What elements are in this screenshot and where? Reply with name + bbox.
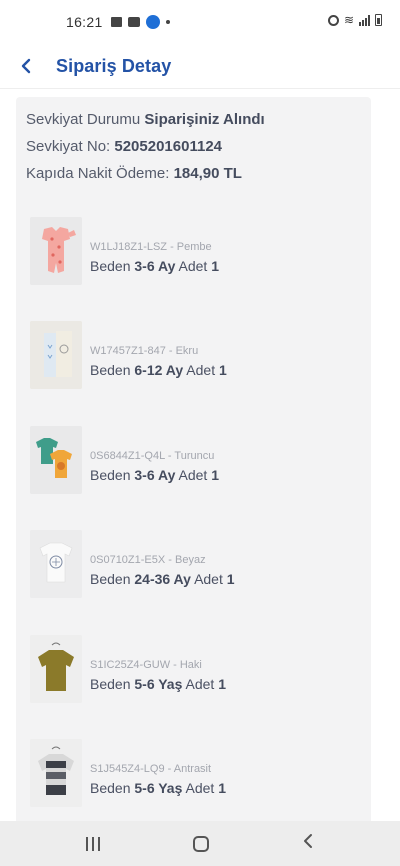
size-value: 3-6 Ay: [134, 258, 176, 274]
gallery-icon: [110, 17, 122, 27]
item-sku: W17457Z1-847 - Ekru: [90, 345, 199, 358]
back-button[interactable]: [16, 56, 36, 76]
product-thumbnail: [30, 634, 82, 703]
alarm-icon: [327, 14, 339, 26]
page-title: Sipariş Detay: [56, 55, 172, 76]
qty-label: Adet: [185, 779, 215, 796]
qty-label: Adet: [185, 675, 215, 692]
item-sku: 0S6844Z1-Q4L - Turuncu: [90, 449, 215, 462]
more-notifications-icon: [165, 20, 170, 24]
shipment-number-label: Sevkiyat No:: [26, 138, 111, 155]
baby-romper-pink-image: [30, 217, 82, 285]
payment-label: Kapıda Nakit Ödeme:: [26, 165, 170, 182]
order-item-list: W1LJ18Z1-LSZ - Pembe Beden 3-6 Ay Adet 1…: [30, 217, 360, 821]
size-value: 5-6 Yaş: [134, 779, 183, 796]
status-bar: 16:21 ≋: [0, 0, 400, 44]
qty-value: 1: [226, 571, 235, 588]
order-item[interactable]: S1J545Z4-LQ9 - Antrasit Beden 5-6 Yaş Ad…: [30, 738, 360, 821]
message-icon: [127, 17, 140, 27]
item-size-qty: Beden 24-36 Ay Adet 1: [90, 571, 235, 587]
size-value: 24-36 Ay: [134, 571, 191, 588]
qty-value: 1: [218, 779, 227, 796]
order-detail-content[interactable]: Sevkiyat Durumu Siparişiniz Alındı Sevki…: [0, 88, 400, 821]
payment-amount: 184,90 TL: [173, 165, 242, 182]
size-label: Beden: [90, 466, 131, 483]
white-tshirt-image: [30, 530, 82, 599]
anthracite-tshirt-image: [30, 738, 82, 807]
order-item[interactable]: 0S0710Z1-E5X - Beyaz Beden 24-36 Ay Adet…: [30, 530, 360, 634]
qty-value: 1: [218, 675, 227, 692]
item-size-qty: Beden 3-6 Ay Adet 1: [90, 258, 219, 274]
item-size-qty: Beden 6-12 Ay Adet 1: [90, 362, 227, 378]
size-label: Beden: [90, 571, 131, 588]
app-header: Sipariş Detay: [0, 44, 400, 88]
item-sku: S1J545Z4-LQ9 - Antrasit: [90, 762, 212, 775]
size-value: 5-6 Yaş: [134, 675, 183, 692]
system-nav-bar: [0, 821, 400, 866]
shipment-summary: Sevkiyat Durumu Siparişiniz Alındı Sevki…: [16, 97, 371, 182]
product-thumbnail: [30, 425, 82, 494]
size-value: 6-12 Ay: [134, 362, 184, 379]
item-sku: 0S0710Z1-E5X - Beyaz: [90, 554, 206, 567]
size-label: Beden: [90, 675, 131, 692]
product-thumbnail: [30, 321, 82, 390]
item-size-qty: Beden 3-6 Ay Adet 1: [90, 467, 219, 483]
home-button[interactable]: [192, 835, 209, 852]
order-item[interactable]: 0S6844Z1-Q4L - Turuncu Beden 3-6 Ay Adet…: [30, 425, 360, 530]
recent-apps-button[interactable]: [86, 836, 101, 851]
item-size-qty: Beden 5-6 Yaş Adet 1: [90, 676, 226, 692]
product-thumbnail: [30, 217, 82, 285]
payment-row: Kapıda Nakit Ödeme: 184,90 TL: [26, 165, 361, 182]
orange-tshirt-set-image: [30, 425, 82, 494]
order-item[interactable]: S1IC25Z4-GUW - Haki Beden 5-6 Yaş Adet 1: [30, 634, 360, 739]
qty-value: 1: [218, 362, 227, 379]
qty-value: 1: [211, 466, 219, 483]
item-sku: W1LJ18Z1-LSZ - Pembe: [90, 241, 212, 253]
shipment-number-value: 5205201601124: [114, 138, 222, 155]
size-label: Beden: [90, 258, 131, 274]
status-time: 16:21: [66, 14, 103, 30]
product-thumbnail: [30, 530, 82, 599]
nav-back-icon: [303, 834, 312, 848]
qty-label: Adet: [186, 362, 216, 379]
size-label: Beden: [90, 362, 131, 379]
nav-back-button[interactable]: [302, 833, 314, 854]
shipment-status-value: Siparişiniz Alındı: [144, 111, 265, 128]
qty-label: Adet: [194, 571, 223, 588]
app-notification-icon: [145, 15, 160, 29]
item-sku: S1IC25Z4-GUW - Haki: [90, 658, 202, 671]
order-item[interactable]: W17457Z1-847 - Ekru Beden 6-12 Ay Adet 1: [30, 321, 360, 425]
size-label: Beden: [90, 779, 131, 796]
chevron-left-icon: [21, 58, 31, 74]
size-value: 3-6 Ay: [134, 466, 176, 483]
status-icons: ≋: [327, 13, 382, 27]
ecru-bodysuit-pack-image: [30, 321, 82, 390]
battery-icon: [375, 14, 382, 26]
signal-icon: [359, 14, 370, 26]
khaki-tshirt-image: [30, 634, 82, 703]
shipment-status-label: Sevkiyat Durumu: [26, 111, 141, 128]
item-size-qty: Beden 5-6 Yaş Adet 1: [90, 780, 226, 796]
shipment-status-row: Sevkiyat Durumu Siparişiniz Alındı: [26, 111, 361, 128]
product-thumbnail: [30, 738, 82, 807]
qty-label: Adet: [178, 466, 208, 483]
order-item[interactable]: W1LJ18Z1-LSZ - Pembe Beden 3-6 Ay Adet 1: [30, 217, 360, 321]
qty-label: Adet: [178, 258, 208, 274]
wifi-icon: ≋: [343, 13, 354, 27]
qty-value: 1: [211, 258, 219, 274]
shipment-card: Sevkiyat Durumu Siparişiniz Alındı Sevki…: [16, 97, 371, 821]
shipment-number-row: Sevkiyat No: 5205201601124: [26, 138, 361, 155]
